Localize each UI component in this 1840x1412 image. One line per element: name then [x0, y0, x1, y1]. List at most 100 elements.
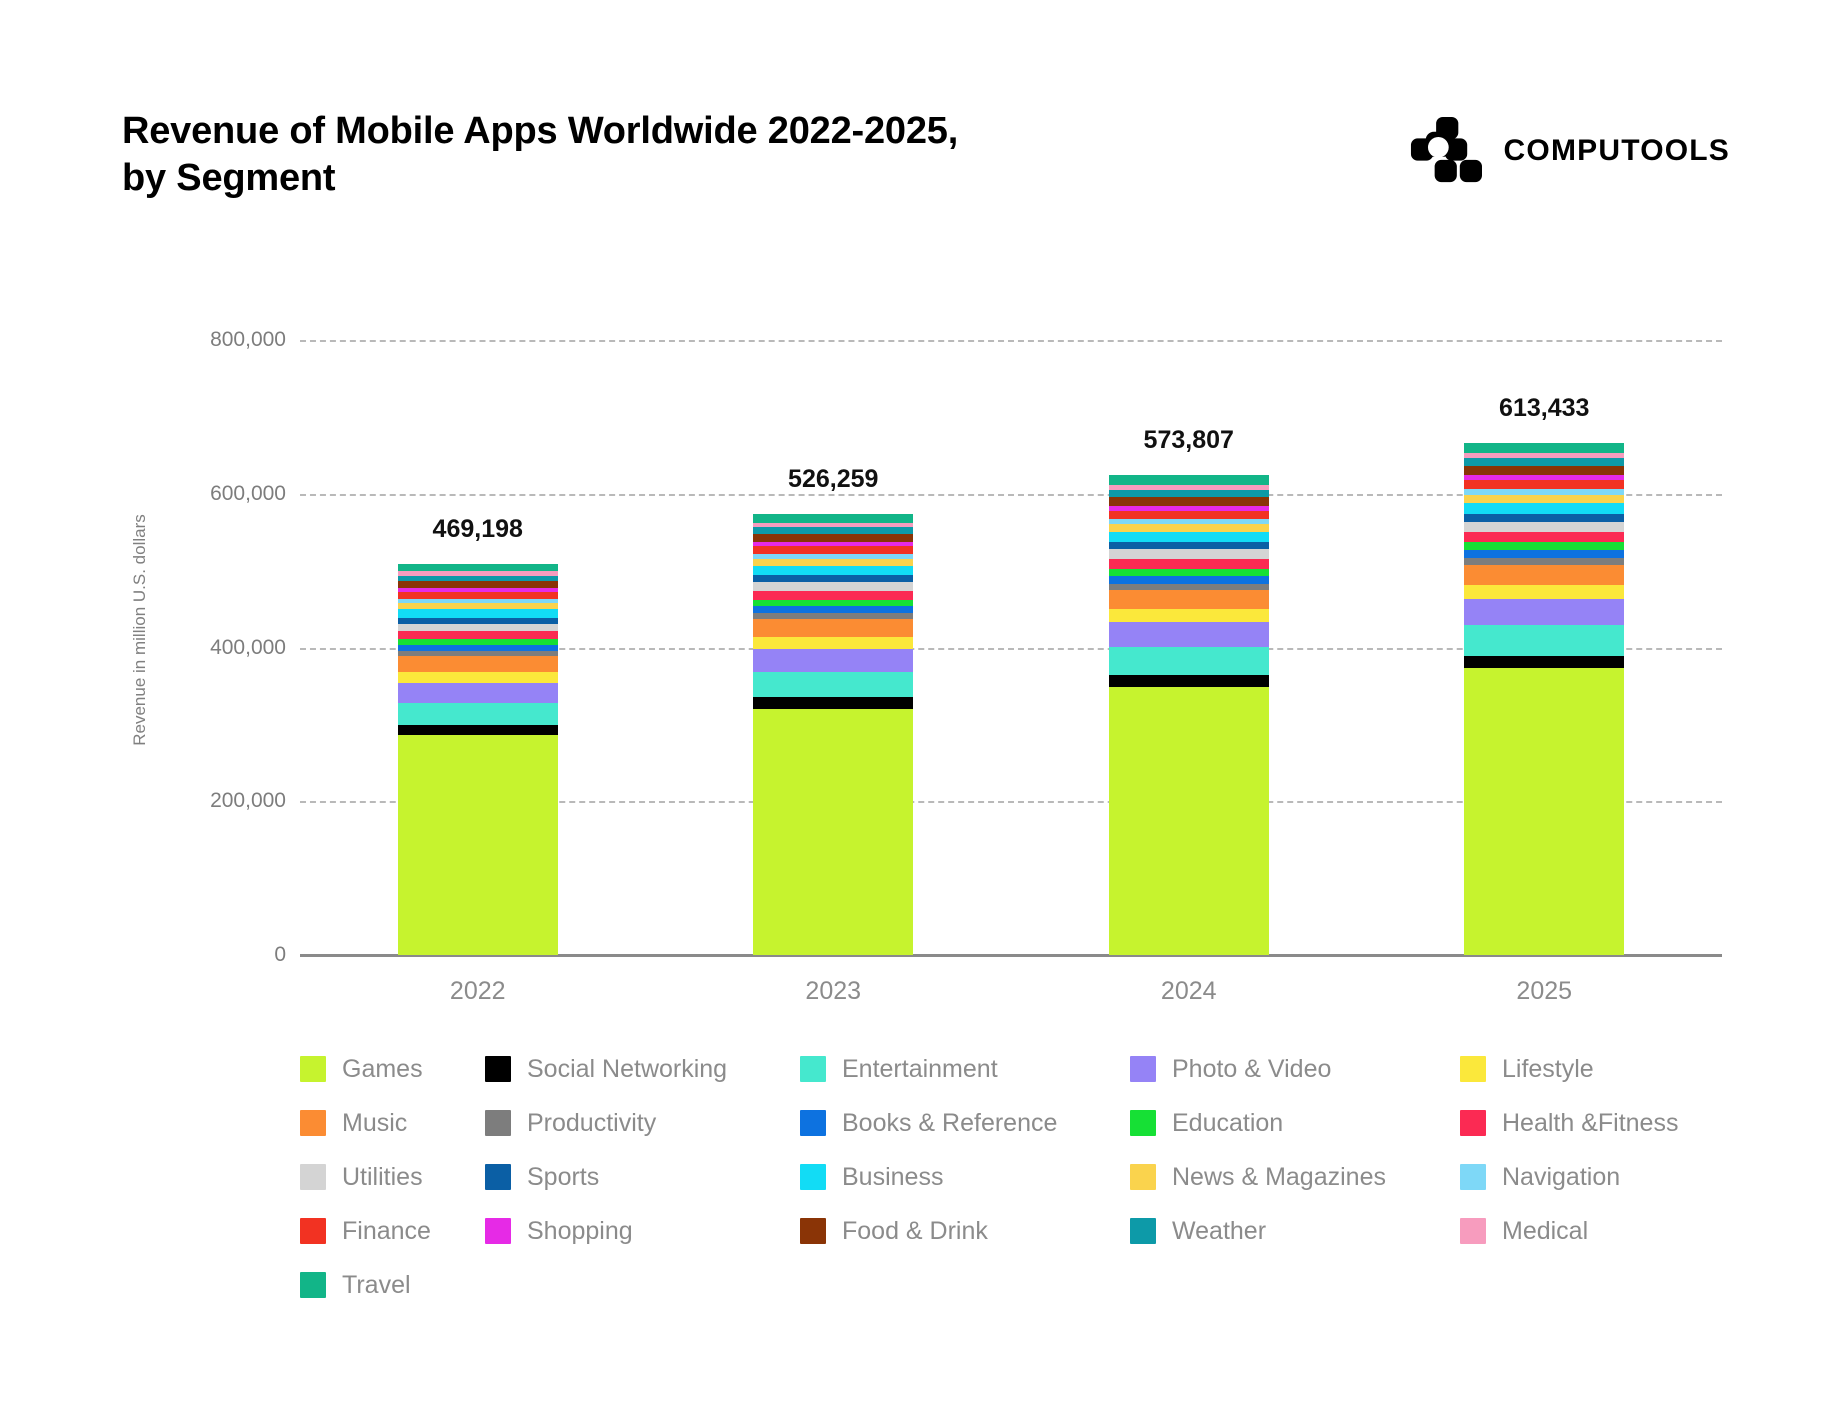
- bar-segment[interactable]: [1108, 622, 1269, 647]
- legend-item[interactable]: Social Networking: [485, 1042, 800, 1096]
- legend-item[interactable]: Shopping: [485, 1204, 800, 1258]
- bar-segment[interactable]: [753, 648, 914, 672]
- bar-segment[interactable]: [1464, 668, 1625, 955]
- bar-segment[interactable]: [1464, 564, 1625, 586]
- bar-segment[interactable]: [1108, 524, 1269, 532]
- bar-segment[interactable]: [1464, 458, 1625, 466]
- bar-segment[interactable]: [1108, 558, 1269, 569]
- brand-logo: COMPUTOOLS: [1408, 114, 1730, 188]
- bar-2025[interactable]: 613,433 2025: [1464, 394, 1625, 1005]
- bar-segment[interactable]: [1108, 475, 1269, 485]
- legend-item[interactable]: Navigation: [1460, 1150, 1750, 1204]
- legend-item[interactable]: Music: [300, 1096, 485, 1150]
- bar-segment[interactable]: [753, 533, 914, 542]
- bar-segment[interactable]: [753, 606, 914, 614]
- legend-item[interactable]: Games: [300, 1042, 485, 1096]
- legend-item[interactable]: Utilities: [300, 1150, 485, 1204]
- legend-swatch-icon: [485, 1164, 511, 1190]
- bar-segment[interactable]: [753, 697, 914, 709]
- bar-segment[interactable]: [753, 558, 914, 566]
- legend-swatch-icon: [300, 1164, 326, 1190]
- legend-item[interactable]: Business: [800, 1150, 1130, 1204]
- bar-segment[interactable]: [1464, 585, 1625, 600]
- bar-segment[interactable]: [753, 513, 914, 523]
- bar-segment[interactable]: [397, 702, 558, 726]
- bar-segment[interactable]: [1108, 575, 1269, 584]
- legend-item-label: Education: [1172, 1108, 1284, 1137]
- bar-segment[interactable]: [397, 682, 558, 703]
- legend-item[interactable]: Travel: [300, 1258, 485, 1312]
- bar-segment[interactable]: [753, 636, 914, 649]
- bar-segment[interactable]: [753, 565, 914, 576]
- legend-item[interactable]: Food & Drink: [800, 1204, 1130, 1258]
- bar-segment[interactable]: [1108, 646, 1269, 675]
- legend-swatch-icon: [300, 1218, 326, 1244]
- legend-swatch-icon: [485, 1056, 511, 1082]
- legend-item[interactable]: Weather: [1130, 1204, 1460, 1258]
- bar-segment[interactable]: [753, 546, 914, 555]
- legend-item[interactable]: Finance: [300, 1204, 485, 1258]
- legend-item-label: Finance: [342, 1216, 431, 1245]
- bar-segment[interactable]: [753, 708, 914, 955]
- legend-item[interactable]: Entertainment: [800, 1042, 1130, 1096]
- bar-segment[interactable]: [397, 609, 558, 618]
- legend-item[interactable]: News & Magazines: [1130, 1150, 1460, 1204]
- bar-segment[interactable]: [1464, 465, 1625, 476]
- bar-segment[interactable]: [397, 656, 558, 672]
- bar-segment[interactable]: [1464, 521, 1625, 532]
- bar-segment[interactable]: [753, 618, 914, 637]
- bar-2023[interactable]: 526,259 2023: [753, 465, 914, 1005]
- bar-segment[interactable]: [753, 590, 914, 600]
- bar-segment[interactable]: [753, 671, 914, 698]
- legend-swatch-icon: [300, 1056, 326, 1082]
- bar-segment[interactable]: [397, 631, 558, 640]
- legend-empty-cell: [1460, 1258, 1750, 1312]
- bar-segment[interactable]: [1464, 502, 1625, 514]
- bar-segment[interactable]: [397, 581, 558, 589]
- bar-segment[interactable]: [753, 575, 914, 582]
- bar-segment[interactable]: [1464, 531, 1625, 543]
- bar-segment[interactable]: [1108, 568, 1269, 576]
- bar-segment[interactable]: [397, 671, 558, 683]
- legend-item-label: Lifestyle: [1502, 1054, 1594, 1083]
- bar-segment[interactable]: [1108, 589, 1269, 609]
- legend-item[interactable]: Medical: [1460, 1204, 1750, 1258]
- bar-2022[interactable]: 469,198 2022: [397, 515, 558, 1005]
- bar-segment[interactable]: [1108, 490, 1269, 498]
- bar-segment[interactable]: [1464, 599, 1625, 626]
- bar-segment[interactable]: [1464, 542, 1625, 550]
- bar-segment[interactable]: [397, 725, 558, 735]
- bar-segment[interactable]: [1108, 687, 1269, 955]
- legend-item-label: Music: [342, 1108, 408, 1137]
- bar-segment[interactable]: [397, 592, 558, 600]
- bar-segment[interactable]: [1108, 549, 1269, 559]
- legend-item-label: Weather: [1172, 1216, 1267, 1245]
- bar-segment[interactable]: [1464, 442, 1625, 453]
- x-axis-tick-label: 2022: [449, 977, 506, 1005]
- legend-item[interactable]: Books & Reference: [800, 1096, 1130, 1150]
- legend-item[interactable]: Photo & Video: [1130, 1042, 1460, 1096]
- bar-segment[interactable]: [397, 623, 558, 632]
- bar-segment[interactable]: [1108, 542, 1269, 550]
- legend-item[interactable]: Health &Fitness: [1460, 1096, 1750, 1150]
- bar-segment[interactable]: [1108, 531, 1269, 543]
- bar-segment[interactable]: [1108, 497, 1269, 506]
- bar-2024[interactable]: 573,807 2024: [1108, 426, 1269, 1005]
- legend-item[interactable]: Education: [1130, 1096, 1460, 1150]
- bar-segment[interactable]: [753, 581, 914, 591]
- bar-segment[interactable]: [1464, 625, 1625, 656]
- bar-segment[interactable]: [397, 734, 558, 955]
- legend-item-label: Navigation: [1502, 1162, 1621, 1191]
- bar-segment[interactable]: [1464, 549, 1625, 559]
- legend-item[interactable]: Lifestyle: [1460, 1042, 1750, 1096]
- bar-segment[interactable]: [1108, 608, 1269, 623]
- bar-segment[interactable]: [1464, 513, 1625, 522]
- bar-segment[interactable]: [1464, 480, 1625, 490]
- legend-item[interactable]: Sports: [485, 1150, 800, 1204]
- bar-segment[interactable]: [1464, 494, 1625, 503]
- bar-segment[interactable]: [1108, 674, 1269, 688]
- bar-segment[interactable]: [397, 563, 558, 572]
- bar-segment[interactable]: [1464, 655, 1625, 669]
- legend-item[interactable]: Productivity: [485, 1096, 800, 1150]
- bar-segment[interactable]: [1108, 510, 1269, 520]
